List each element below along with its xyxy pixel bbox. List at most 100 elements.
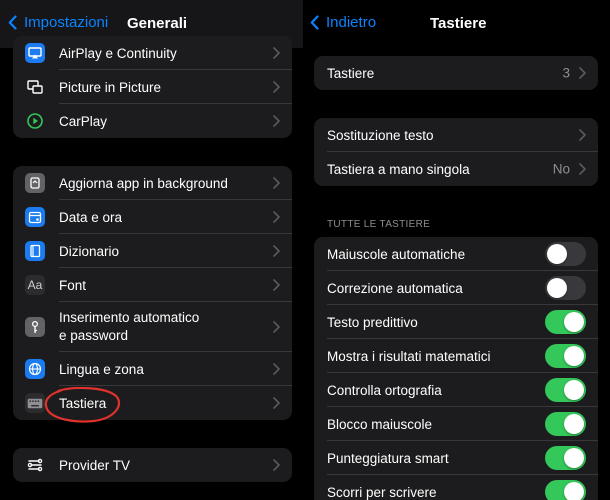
auto-capitalization-switch[interactable] bbox=[545, 242, 586, 266]
section-header-all-keyboards: TUTTE LE TASTIERE bbox=[327, 219, 431, 230]
toggle-row-check-spelling: Controlla ortografia bbox=[314, 373, 598, 407]
slide-to-type-switch[interactable] bbox=[545, 480, 586, 500]
picture-in-picture-icon bbox=[25, 77, 45, 97]
toggle-row-math-results: Mostra i risultati matematici bbox=[314, 339, 598, 373]
row-label: Punteggiatura smart bbox=[327, 450, 449, 466]
toggle-row-smart-punctuation: Punteggiatura smart bbox=[314, 441, 598, 475]
calendar-icon bbox=[25, 207, 45, 227]
caps-lock-switch[interactable] bbox=[545, 412, 586, 436]
chevron-right-icon bbox=[273, 81, 280, 93]
airplay-icon bbox=[25, 43, 45, 63]
settings-row-keyboard[interactable]: Tastiera bbox=[13, 386, 292, 420]
check-spelling-switch[interactable] bbox=[545, 378, 586, 402]
keyboards-settings-panel: Indietro Tastiere Tastiere 3 Sostituzion… bbox=[303, 0, 610, 500]
math-results-switch[interactable] bbox=[545, 344, 586, 368]
predictive-text-switch[interactable] bbox=[545, 310, 586, 334]
smart-punctuation-switch[interactable] bbox=[545, 446, 586, 470]
row-label: Controlla ortografia bbox=[327, 382, 442, 398]
chevron-right-icon bbox=[273, 397, 280, 409]
all-keyboards-group: Maiuscole automatiche Correzione automat… bbox=[314, 237, 598, 500]
row-label: Aggiorna app in background bbox=[59, 175, 228, 191]
settings-row-picture-in-picture[interactable]: Picture in Picture bbox=[13, 70, 292, 104]
toggle-row-slide-to-type: Scorri per scrivere bbox=[314, 475, 598, 500]
settings-group-3: Provider TV bbox=[13, 448, 292, 482]
settings-row-font[interactable]: Aa Font bbox=[13, 268, 292, 302]
settings-row-dictionary[interactable]: Dizionario bbox=[13, 234, 292, 268]
toggle-row-auto-capitalization: Maiuscole automatiche bbox=[314, 237, 598, 271]
row-label: Correzione automatica bbox=[327, 280, 463, 296]
switch-knob bbox=[564, 346, 584, 366]
switch-knob bbox=[564, 312, 584, 332]
auto-correction-switch[interactable] bbox=[545, 276, 586, 300]
page-title: Tastiere bbox=[430, 15, 487, 32]
row-label: Tastiera a mano singola bbox=[327, 161, 470, 177]
back-button-indietro[interactable]: Indietro bbox=[310, 14, 376, 31]
keyboards-group: Tastiere 3 bbox=[314, 56, 598, 90]
switch-knob bbox=[547, 244, 567, 264]
row-label: CarPlay bbox=[59, 113, 108, 129]
keyboards-count: 3 bbox=[562, 65, 570, 81]
back-button-label: Impostazioni bbox=[24, 14, 109, 31]
chevron-right-icon bbox=[273, 279, 280, 291]
row-label: Picture in Picture bbox=[59, 79, 162, 95]
tv-provider-icon bbox=[25, 455, 45, 475]
row-label: Data e ora bbox=[59, 209, 123, 225]
chevron-right-icon bbox=[273, 321, 280, 333]
chevron-right-icon bbox=[273, 211, 280, 223]
row-label: Mostra i risultati matematici bbox=[327, 348, 491, 364]
settings-row-background-refresh[interactable]: Aggiorna app in background bbox=[13, 166, 292, 200]
font-icon: Aa bbox=[25, 275, 45, 295]
keyboard-icon bbox=[25, 393, 45, 413]
row-label: Provider TV bbox=[59, 457, 131, 473]
settings-row-one-handed-keyboard[interactable]: Tastiera a mano singola No bbox=[314, 152, 598, 186]
settings-row-tv-provider[interactable]: Provider TV bbox=[13, 448, 292, 482]
switch-knob bbox=[547, 278, 567, 298]
toggle-row-auto-correction: Correzione automatica bbox=[314, 271, 598, 305]
page-title: Generali bbox=[127, 15, 188, 32]
settings-group-1: AirPlay e Continuity Picture in Picture … bbox=[13, 36, 292, 138]
chevron-right-icon bbox=[273, 245, 280, 257]
row-label-line-1: Inserimento automatico bbox=[59, 310, 200, 325]
switch-knob bbox=[564, 482, 584, 500]
toggle-row-predictive-text: Testo predittivo bbox=[314, 305, 598, 339]
carplay-icon bbox=[25, 111, 45, 131]
row-label: Maiuscole automatiche bbox=[327, 246, 466, 262]
settings-row-airplay[interactable]: AirPlay e Continuity bbox=[13, 36, 292, 70]
toggle-row-caps-lock: Blocco maiuscole bbox=[314, 407, 598, 441]
row-label: Blocco maiuscole bbox=[327, 416, 433, 432]
row-label: Lingua e zona bbox=[59, 361, 144, 377]
row-label-line-2: e password bbox=[59, 328, 129, 343]
settings-row-carplay[interactable]: CarPlay bbox=[13, 104, 292, 138]
globe-icon bbox=[25, 359, 45, 379]
general-settings-panel: Impostazioni Generali AirPlay e Continui… bbox=[0, 0, 303, 500]
row-label: Tastiere bbox=[327, 65, 375, 81]
chevron-right-icon bbox=[579, 163, 586, 175]
row-label: Inserimento automatico e password bbox=[59, 309, 199, 345]
settings-row-date-time[interactable]: Data e ora bbox=[13, 200, 292, 234]
chevron-right-icon bbox=[273, 363, 280, 375]
settings-row-autofill-passwords[interactable]: Inserimento automatico e password bbox=[13, 302, 292, 352]
one-handed-value: No bbox=[552, 161, 570, 177]
switch-knob bbox=[564, 414, 584, 434]
row-label: AirPlay e Continuity bbox=[59, 45, 177, 61]
chevron-right-icon bbox=[273, 459, 280, 471]
dictionary-icon bbox=[25, 241, 45, 261]
switch-knob bbox=[564, 380, 584, 400]
background-refresh-icon bbox=[25, 173, 45, 193]
back-button-impostazioni[interactable]: Impostazioni bbox=[8, 14, 108, 31]
chevron-right-icon bbox=[579, 129, 586, 141]
row-label: Dizionario bbox=[59, 243, 120, 259]
row-label: Testo predittivo bbox=[327, 314, 418, 330]
key-icon bbox=[25, 317, 45, 337]
settings-group-2: Aggiorna app in background Data e ora Di… bbox=[13, 166, 292, 420]
chevron-left-icon bbox=[310, 15, 319, 30]
settings-row-language-region[interactable]: Lingua e zona bbox=[13, 352, 292, 386]
settings-row-keyboards[interactable]: Tastiere 3 bbox=[314, 56, 598, 90]
row-label: Font bbox=[59, 277, 87, 293]
settings-row-text-replacement[interactable]: Sostituzione testo bbox=[314, 118, 598, 152]
chevron-right-icon bbox=[273, 177, 280, 189]
chevron-right-icon bbox=[579, 67, 586, 79]
switch-knob bbox=[564, 448, 584, 468]
back-button-label: Indietro bbox=[326, 14, 377, 31]
chevron-left-icon bbox=[8, 15, 17, 30]
